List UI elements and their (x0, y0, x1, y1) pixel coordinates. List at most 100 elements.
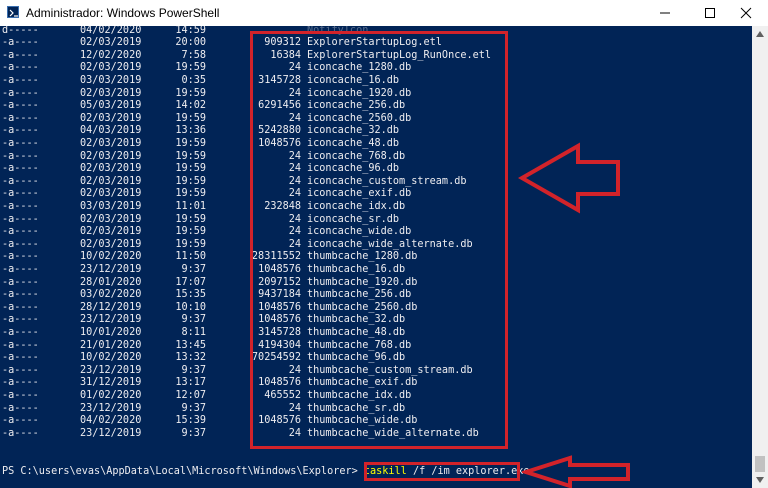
command-highlight-box (364, 462, 520, 481)
close-icon (740, 7, 751, 19)
mode-cell: -a---- (2, 251, 39, 263)
time-cell: 19:59 (175, 238, 206, 250)
date-cell: 05/03/2019 (80, 100, 142, 112)
time-cell: 10:10 (175, 301, 206, 313)
date-cell: 02/03/2019 (80, 175, 142, 187)
date-cell: 02/03/2019 (80, 213, 142, 225)
title-bar: Administrador: Windows PowerShell (0, 0, 768, 26)
mode-cell: -a---- (2, 402, 39, 414)
time-cell: 13:36 (175, 125, 206, 137)
time-cell: 19:59 (175, 188, 206, 200)
scrollbar-thumb[interactable] (755, 456, 765, 472)
time-cell: 11:50 (175, 251, 206, 263)
mode-cell: d----- (2, 26, 39, 36)
mode-cell: -a---- (2, 200, 39, 212)
prompt-path: PS C:\users\evas\AppData\Local\Microsoft… (2, 466, 364, 477)
date-cell: 21/01/2020 (80, 339, 142, 351)
time-cell: 0:35 (181, 74, 206, 86)
time-cell: 9:37 (181, 263, 206, 275)
mode-cell: -a---- (2, 100, 39, 112)
time-cell: 17:07 (175, 276, 206, 288)
mode-cell: -a---- (2, 377, 39, 389)
scroll-down-button[interactable] (752, 472, 768, 488)
mode-cell: -a---- (2, 415, 39, 427)
mode-cell: -a---- (2, 389, 39, 401)
mode-cell: -a---- (2, 289, 39, 301)
time-cell: 9:37 (181, 402, 206, 414)
date-cell: 02/03/2019 (80, 87, 142, 99)
vertical-scrollbar[interactable] (752, 26, 768, 488)
close-button[interactable] (723, 0, 768, 26)
time-cell: 19:59 (175, 226, 206, 238)
date-cell: 02/03/2019 (80, 226, 142, 238)
time-cell: 19:59 (175, 175, 206, 187)
date-cell: 28/12/2019 (80, 301, 142, 313)
date-cell: 23/12/2019 (80, 427, 142, 439)
time-cell: 15:35 (175, 289, 206, 301)
time-cell: 20:00 (175, 37, 206, 49)
mode-cell: -a---- (2, 226, 39, 238)
file-list-highlight-box (250, 31, 508, 449)
mode-cell: -a---- (2, 238, 39, 250)
date-cell: 10/01/2020 (80, 326, 142, 338)
time-cell: 19:59 (175, 150, 206, 162)
date-cell: 02/03/2019 (80, 62, 142, 74)
date-cell: 03/03/2019 (80, 74, 142, 86)
mode-cell: -a---- (2, 276, 39, 288)
date-cell: 23/12/2019 (80, 364, 142, 376)
date-cell: 02/03/2019 (80, 238, 142, 250)
date-cell: 31/12/2019 (80, 377, 142, 389)
date-cell: 03/03/2019 (80, 200, 142, 212)
date-cell: 02/03/2019 (80, 150, 142, 162)
mode-cell: -a---- (2, 364, 39, 376)
date-cell: 12/02/2020 (80, 49, 142, 61)
mode-cell: -a---- (2, 326, 39, 338)
time-cell: 8:11 (181, 326, 206, 338)
time-cell: 11:01 (175, 200, 206, 212)
time-cell: 12:07 (175, 389, 206, 401)
date-cell: 10/02/2020 (80, 352, 142, 364)
date-cell: 03/02/2020 (80, 289, 142, 301)
time-cell: 7:58 (181, 49, 206, 61)
time-cell: 13:32 (175, 352, 206, 364)
time-cell: 19:59 (175, 213, 206, 225)
maximize-icon (704, 8, 715, 18)
chevron-up-icon (756, 31, 764, 37)
time-cell: 19:59 (175, 137, 206, 149)
time-cell: 19:59 (175, 62, 206, 74)
window-title: Administrador: Windows PowerShell (26, 6, 220, 20)
date-cell: 04/02/2020 (80, 26, 142, 36)
time-cell: 9:37 (181, 427, 206, 439)
date-cell: 02/03/2019 (80, 137, 142, 149)
time-cell: 9:37 (181, 364, 206, 376)
time-cell: 19:59 (175, 87, 206, 99)
date-cell: 10/02/2020 (80, 251, 142, 263)
time-cell: 13:17 (175, 377, 206, 389)
date-cell: 04/02/2020 (80, 415, 142, 427)
mode-cell: -a---- (2, 62, 39, 74)
command-left-arrow-icon (522, 455, 630, 488)
date-cell: 23/12/2019 (80, 314, 142, 326)
minimize-icon (659, 12, 670, 14)
date-cell: 02/03/2019 (80, 37, 142, 49)
mode-cell: -a---- (2, 427, 39, 439)
date-cell: 23/12/2019 (80, 263, 142, 275)
chevron-down-icon (756, 477, 764, 483)
mode-cell: -a---- (2, 125, 39, 137)
date-cell: 28/01/2020 (80, 276, 142, 288)
mode-cell: -a---- (2, 188, 39, 200)
date-cell: 04/03/2019 (80, 125, 142, 137)
date-cell: 02/03/2019 (80, 188, 142, 200)
mode-cell: -a---- (2, 137, 39, 149)
mode-cell: -a---- (2, 175, 39, 187)
mode-cell: -a---- (2, 87, 39, 99)
mode-cell: -a---- (2, 339, 39, 351)
time-cell: 15:39 (175, 415, 206, 427)
minimize-button[interactable] (642, 0, 687, 26)
time-cell: 19:59 (175, 163, 206, 175)
left-arrow-icon (518, 142, 620, 214)
time-cell: 19:59 (175, 112, 206, 124)
powershell-icon (7, 6, 19, 18)
date-cell: 02/03/2019 (80, 163, 142, 175)
scroll-up-button[interactable] (752, 26, 768, 42)
